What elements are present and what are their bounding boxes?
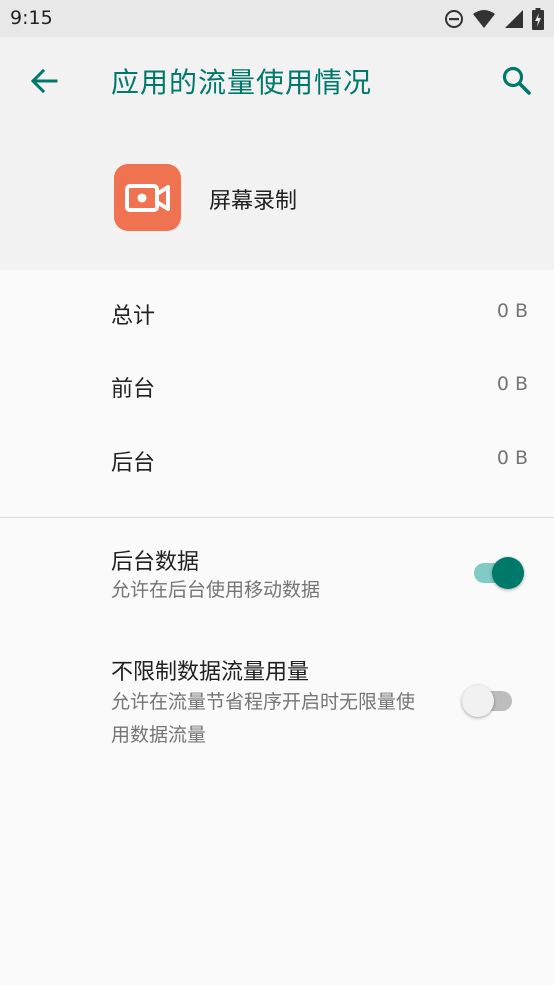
unrestricted-data-switch[interactable] [460, 681, 514, 721]
cell-signal-icon [505, 10, 523, 28]
divider [0, 517, 554, 518]
status-time: 9:15 [10, 7, 53, 29]
battery-icon [532, 8, 544, 30]
app-bar: 应用的流量使用情况 [0, 37, 554, 125]
switch-thumb [462, 685, 494, 717]
arrow-back-icon[interactable] [26, 63, 62, 99]
search-icon[interactable] [500, 64, 534, 98]
app-name: 屏幕录制 [209, 189, 298, 214]
usage-label: 后台 [111, 451, 156, 476]
pref-summary: 允许在流量节省程序开启时无限量使用数据流量 [111, 691, 416, 746]
pref-title: 不限制数据流量用量 [111, 660, 310, 685]
wifi-icon [473, 10, 495, 28]
video-camera-icon [114, 164, 181, 231]
background-data-switch[interactable] [472, 553, 526, 593]
usage-label: 前台 [111, 377, 156, 402]
page-title: 应用的流量使用情况 [111, 66, 373, 99]
usage-value: 0 B [496, 373, 528, 395]
switch-thumb [492, 557, 524, 589]
status-bar: 9:15 [0, 0, 554, 37]
usage-row-foreground: 前台 0 B [0, 357, 554, 417]
usage-row-background: 后台 0 B [0, 431, 554, 491]
pref-title: 后台数据 [111, 550, 200, 575]
usage-value: 0 B [496, 300, 528, 322]
pref-summary: 允许在后台使用移动数据 [111, 579, 321, 601]
usage-value: 0 B [496, 447, 528, 469]
usage-row-total: 总计 0 B [0, 284, 554, 344]
app-header: 屏幕录制 [0, 125, 554, 270]
do-not-disturb-icon [445, 10, 463, 28]
pref-unrestricted-data[interactable]: 不限制数据流量用量 允许在流量节省程序开启时无限量使用数据流量 [0, 640, 554, 760]
pref-background-data[interactable]: 后台数据 允许在后台使用移动数据 [0, 530, 554, 620]
usage-label: 总计 [111, 304, 156, 329]
status-icons [444, 8, 544, 30]
